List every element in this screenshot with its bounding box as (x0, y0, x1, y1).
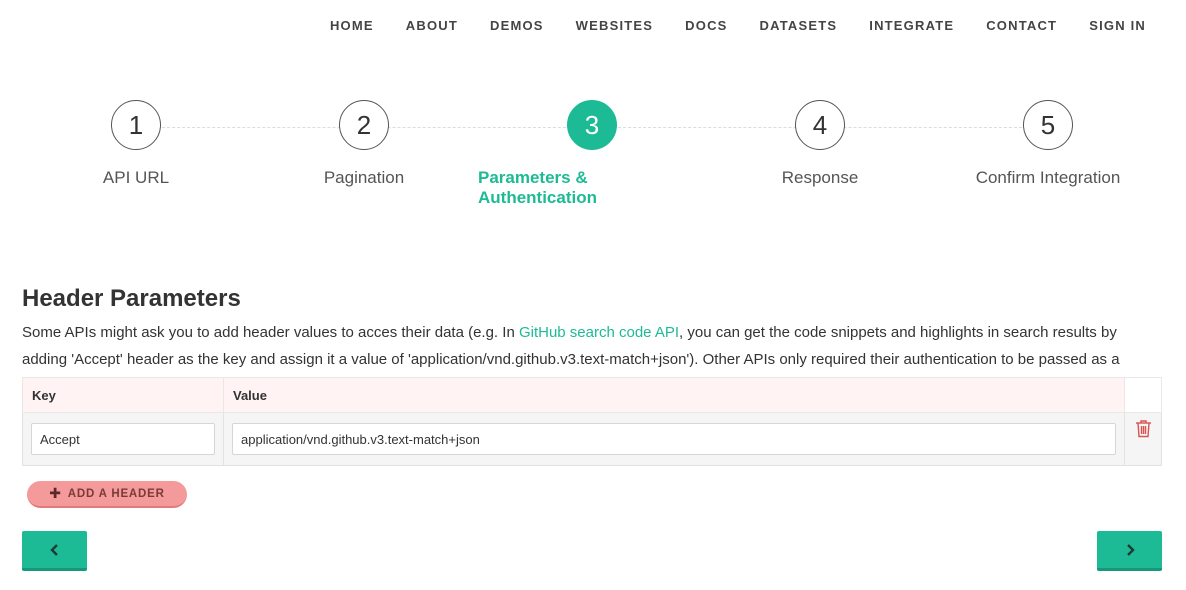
nav-demos[interactable]: DEMOS (490, 18, 544, 33)
nav-docs[interactable]: DOCS (685, 18, 727, 33)
header-value-input[interactable] (232, 423, 1116, 455)
step-pagination[interactable]: 2 Pagination (250, 100, 478, 188)
previous-step-button[interactable] (22, 531, 87, 571)
chevron-left-icon (49, 543, 58, 556)
nav-integrate[interactable]: INTEGRATE (869, 18, 954, 33)
description-text-before: Some APIs might ask you to add header va… (22, 324, 519, 341)
nav-websites[interactable]: WEBSITES (576, 18, 654, 33)
nav-datasets[interactable]: DATASETS (760, 18, 838, 33)
github-search-code-api-link[interactable]: GitHub search code API (519, 324, 679, 341)
header-key-input[interactable] (31, 423, 215, 455)
step-confirm-integration[interactable]: 5 Confirm Integration (934, 100, 1162, 188)
step-label: Pagination (323, 168, 405, 187)
trash-icon[interactable] (1133, 419, 1153, 459)
table-header-row: Key Value (22, 377, 1162, 413)
nav-about[interactable]: ABOUT (406, 18, 458, 33)
nav-home[interactable]: HOME (330, 18, 374, 33)
step-label: Confirm Integration (975, 168, 1121, 187)
nav-contact[interactable]: CONTACT (986, 18, 1057, 33)
top-nav: HOME ABOUT DEMOS WEBSITES DOCS DATASETS … (330, 18, 1146, 33)
step-label: Response (781, 168, 859, 187)
table-row (22, 412, 1162, 466)
plus-icon: ✚ (49, 485, 62, 501)
step-number: 4 (795, 100, 845, 150)
column-header-value: Value (223, 377, 1125, 413)
next-step-button[interactable] (1097, 531, 1162, 571)
step-number: 1 (111, 100, 161, 150)
step-number: 3 (567, 100, 617, 150)
section-title: Header Parameters (22, 285, 241, 312)
nav-sign-in[interactable]: SIGN IN (1089, 18, 1146, 33)
chevron-right-icon (1126, 543, 1135, 556)
add-header-label: ADD A HEADER (67, 487, 165, 500)
step-label: API URL (102, 168, 170, 187)
add-header-button[interactable]: ✚ ADD A HEADER (27, 481, 187, 508)
step-label: Parameters & Authentication (478, 168, 597, 207)
key-cell (22, 412, 224, 466)
step-number: 2 (339, 100, 389, 150)
wizard-stepper: 1 API URL 2 Pagination 3 Parameters & Au… (22, 100, 1162, 207)
column-header-actions (1124, 377, 1162, 413)
step-number: 5 (1023, 100, 1073, 150)
step-api-url[interactable]: 1 API URL (22, 100, 250, 188)
value-cell (223, 412, 1125, 466)
headers-table: Key Value (22, 377, 1162, 466)
actions-cell (1124, 412, 1162, 466)
step-parameters-authentication[interactable]: 3 Parameters & Authentication (478, 100, 706, 208)
column-header-key: Key (22, 377, 224, 413)
step-response[interactable]: 4 Response (706, 100, 934, 188)
